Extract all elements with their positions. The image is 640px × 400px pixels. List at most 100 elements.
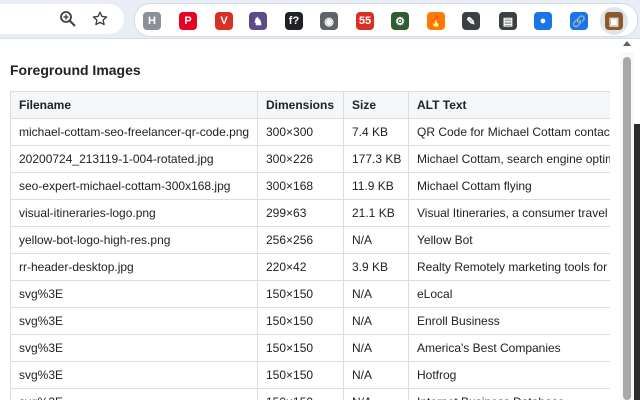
tool-ext-icon[interactable]: ✎ [462,12,480,30]
scrollbar-thumb[interactable] [623,57,631,400]
alt-text-cell: Visual Itineraries, a consumer travel [408,199,610,227]
table-row: seo-expert-michael-cottam-300x168.jpg 300… [10,172,610,200]
image-ext-glyph: ▣ [605,12,623,30]
size-cell: N/A [343,280,409,308]
link-ext-glyph: 🔗 [570,12,588,30]
images-table-wrapper: Filename Dimensions Size ALT Text michae… [10,91,610,400]
star-icon[interactable] [89,8,111,30]
v-ext-icon[interactable]: V [215,12,233,30]
size-cell: N/A [343,388,409,400]
filename-cell: 20200724_213119-1-004-rotated.jpg [10,145,258,173]
dimensions-cell: 150×150 [257,280,344,308]
robot-ext-glyph: ♞ [249,12,267,30]
link-ext-icon[interactable]: 🔗 [570,12,588,30]
alt-text-cell: Hotfrog [408,361,610,389]
column-header-filename[interactable]: Filename [10,91,258,119]
extensions-strip: H P V ♞ f? ◉ 55 ⚙ 🔥 ✎ ▤ ● 🔗 ▣ [134,3,638,37]
dimensions-cell: 300×226 [257,145,344,173]
column-header-dimensions[interactable]: Dimensions [257,91,344,119]
dimensions-cell: 299×63 [257,199,344,227]
filename-cell: rr-header-desktop.jpg [10,253,258,281]
filename-cell: svg%3E [10,334,258,362]
table-row: svg%3E150×150N/AInternet Business Databa… [10,388,610,400]
filename-cell: svg%3E [10,280,258,308]
filename-cell: visual-itineraries-logo.png [10,199,258,227]
size-cell: 7.4 KB [343,118,409,146]
table-row: rr-header-desktop.jpg 220×42 3.9 KB Realty … [10,253,610,281]
document-ext-icon[interactable]: ▤ [499,12,517,30]
h-ext-icon[interactable]: H [143,12,161,30]
column-header-alt-text[interactable]: ALT Text [408,91,610,119]
filename-cell: seo-expert-michael-cottam-300x168.jpg [10,172,258,200]
size-cell: N/A [343,307,409,335]
h-ext-glyph: H [143,12,161,30]
alt-text-cell: eLocal [408,280,610,308]
gear-ext-glyph: ⚙ [391,12,409,30]
55-ext-glyph: 55 [356,12,374,30]
table-row: svg%3E 150×150 N/A Hotfrog [10,361,610,389]
alt-text-cell: Michael Cottam flying [408,172,610,200]
alt-text-cell: Realty Remotely marketing tools for [408,253,610,281]
size-cell: 177.3 KB [343,145,409,173]
dimensions-cell: 150×150 [257,361,344,389]
size-cell: 3.9 KB [343,253,409,281]
alt-text-cell: America's Best Companies [408,334,610,362]
pinterest-icon[interactable]: P [179,12,197,30]
cloud-ext-glyph: ● [534,12,552,30]
image-ext-icon[interactable]: ▣ [600,7,628,35]
browser-toolbar: H P V ♞ f? ◉ 55 ⚙ 🔥 ✎ ▤ ● 🔗 ▣ [0,0,640,39]
tool-ext-glyph: ✎ [462,12,480,30]
alt-text-cell: Internet Business Database [408,388,610,400]
55-ext-icon[interactable]: 55 [356,12,374,30]
table-row: yellow-bot-logo-high-res.png 256×256 N/A Ye… [10,226,610,254]
alt-text-cell: Yellow Bot [408,226,610,254]
pinterest-glyph: P [179,12,197,30]
table-row: svg%3E 150×150 N/A America's Best Companies [10,334,610,362]
size-cell: N/A [343,334,409,362]
dimensions-cell: 256×256 [257,226,344,254]
dimensions-cell: 150×150 [257,388,344,400]
filename-cell: svg%3E [10,361,258,389]
dimensions-cell: 300×168 [257,172,344,200]
table-header-row: Filename Dimensions Size ALT Text [10,91,610,119]
filename-cell: michael-cottam-seo-freelancer-qr-code.pn… [10,118,258,146]
image-report-panel: Foreground Images Filename Dimensions Si… [0,39,640,400]
cloud-ext-icon[interactable]: ● [534,12,552,30]
dimensions-cell: 150×150 [257,334,344,362]
location-ext-glyph: ◉ [320,12,338,30]
f-ext-glyph: f? [285,12,303,30]
table-row: svg%3E 150×150 N/A eLocal [10,280,610,308]
dimensions-cell: 220×42 [257,253,344,281]
location-ext-icon[interactable]: ◉ [320,12,338,30]
images-table: Filename Dimensions Size ALT Text michae… [10,91,610,400]
alt-text-cell: Enroll Business [408,307,610,335]
table-row: visual-itineraries-logo.png 299×63 21.1 KB… [10,199,610,227]
filename-cell: svg%3E [10,388,258,400]
size-cell: N/A [343,361,409,389]
dimensions-cell: 150×150 [257,307,344,335]
filename-cell: svg%3E [10,307,258,335]
table-row: 20200724_213119-1-004-rotated.jpg 300×226… [10,145,610,173]
table-row: michael-cottam-seo-freelancer-qr-code.pn… [10,118,610,146]
size-cell: 11.9 KB [343,172,409,200]
section-heading: Foreground Images [10,62,141,78]
alt-text-cell: Michael Cottam, search engine optimizati… [408,145,610,173]
robot-ext-icon[interactable]: ♞ [249,12,267,30]
size-cell: N/A [343,226,409,254]
v-ext-glyph: V [215,12,233,30]
alt-text-cell: QR Code for Michael Cottam contact [408,118,610,146]
zoom-icon[interactable] [57,8,79,30]
page-background-edge-top [634,39,640,124]
filename-cell: yellow-bot-logo-high-res.png [10,226,258,254]
dimensions-cell: 300×300 [257,118,344,146]
table-row: svg%3E 150×150 N/A Enroll Business [10,307,610,335]
flame-ext-glyph: 🔥 [427,12,445,30]
document-ext-glyph: ▤ [499,12,517,30]
column-header-size[interactable]: Size [343,91,409,119]
scroll-up-arrow-icon[interactable] [623,41,631,46]
flame-ext-icon[interactable]: 🔥 [427,12,445,30]
size-cell: 21.1 KB [343,199,409,227]
f-ext-icon[interactable]: f? [285,12,303,30]
gear-ext-icon[interactable]: ⚙ [391,12,409,30]
address-bar-end[interactable] [0,4,124,34]
